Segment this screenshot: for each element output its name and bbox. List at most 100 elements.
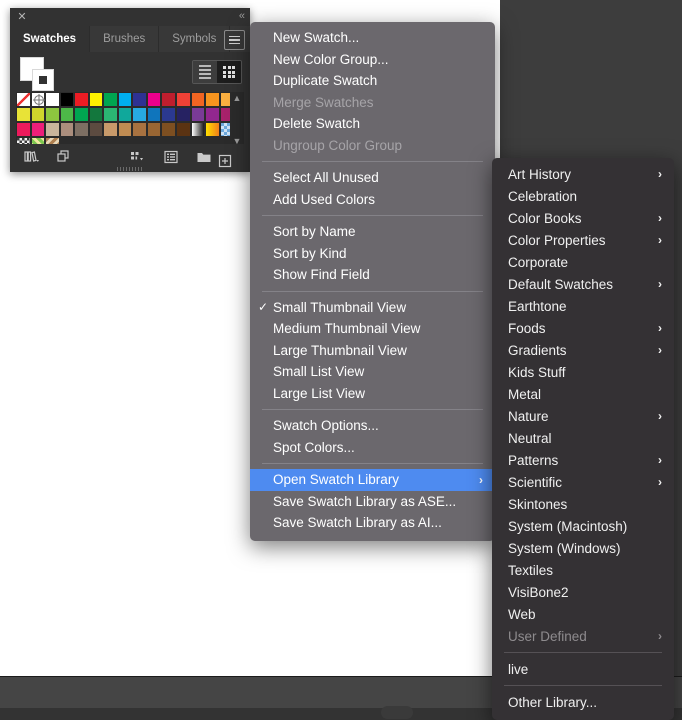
collapse-panel-icon[interactable]: « — [239, 10, 245, 22]
swatch-scrollbar[interactable]: ▲ ▼ — [230, 92, 244, 144]
swatches-panel-context-menu[interactable]: New Swatch... New Color Group... Duplicate… — [250, 22, 495, 541]
menu-item[interactable]: Save Swatch Library as AI... — [250, 512, 495, 534]
swatch-cell[interactable] — [161, 107, 177, 122]
swatch-cell[interactable] — [74, 92, 89, 107]
list-view-icon[interactable] — [193, 61, 217, 83]
open-swatch-library-submenu[interactable]: Art History › Celebration Color Books › Color… — [492, 158, 674, 720]
swatch-cell[interactable] — [161, 92, 177, 107]
swatch-cell[interactable] — [30, 92, 46, 107]
swatch-cell[interactable] — [103, 122, 118, 137]
swatch-cell[interactable] — [132, 92, 147, 107]
menu-item[interactable]: Open Swatch Library › — [250, 469, 495, 491]
submenu-item[interactable]: VisiBone2 — [492, 581, 674, 603]
swatch-cell[interactable] — [103, 92, 118, 107]
submenu-item[interactable]: Scientific › — [492, 471, 674, 493]
swatch-cell[interactable] — [190, 122, 206, 137]
swatch-cell[interactable] — [176, 92, 191, 107]
swatch-cell[interactable] — [16, 107, 31, 122]
bottom-handle[interactable] — [381, 706, 413, 719]
swatch-cell[interactable] — [176, 122, 191, 137]
menu-item[interactable]: Medium Thumbnail View — [250, 318, 495, 340]
swatch-cell[interactable] — [146, 92, 162, 107]
swatch-grid[interactable] — [16, 92, 244, 144]
submenu-item[interactable]: Textiles — [492, 559, 674, 581]
swatch-cell[interactable] — [190, 107, 206, 122]
menu-item[interactable]: Save Swatch Library as ASE... — [250, 491, 495, 513]
swatch-cell[interactable] — [103, 107, 118, 122]
close-icon[interactable]: ✕ — [16, 11, 28, 23]
swatch-cell[interactable] — [16, 92, 31, 107]
stroke-color-swatch[interactable] — [32, 69, 54, 91]
menu-item[interactable]: Add Used Colors — [250, 189, 495, 211]
submenu-item[interactable]: Neutral — [492, 427, 674, 449]
scroll-down-icon[interactable]: ▼ — [233, 137, 242, 145]
menu-item[interactable]: New Swatch... — [250, 27, 495, 49]
new-swatch-folder-icon[interactable] — [195, 148, 213, 166]
swatch-cell[interactable] — [45, 122, 60, 137]
swatch-cell[interactable] — [88, 92, 104, 107]
swatch-cell[interactable] — [132, 107, 147, 122]
swatch-cell[interactable] — [132, 122, 147, 137]
submenu-item[interactable]: System (Windows) — [492, 537, 674, 559]
swatch-cell[interactable] — [205, 122, 220, 137]
new-color-group-icon[interactable] — [162, 148, 180, 166]
menu-item[interactable]: Sort by Name — [250, 221, 495, 243]
submenu-item[interactable]: System (Macintosh) — [492, 515, 674, 537]
submenu-item[interactable]: live — [492, 658, 674, 680]
menu-item[interactable]: Swatch Options... — [250, 415, 495, 437]
swatch-cell[interactable] — [45, 92, 60, 107]
menu-item[interactable]: New Color Group... — [250, 49, 495, 71]
swatch-cell[interactable] — [16, 122, 31, 137]
menu-item[interactable]: Show Find Field — [250, 264, 495, 286]
new-swatch-icon[interactable] — [216, 152, 234, 170]
swatch-cell[interactable] — [16, 137, 31, 144]
swatch-cell[interactable] — [30, 122, 46, 137]
submenu-item[interactable]: Art History › — [492, 163, 674, 185]
panel-menu-icon[interactable] — [224, 30, 245, 50]
menu-item[interactable]: Select All Unused — [250, 167, 495, 189]
submenu-item[interactable]: Earthtone — [492, 295, 674, 317]
swatch-cell[interactable] — [117, 92, 133, 107]
submenu-item[interactable]: Skintones — [492, 493, 674, 515]
grid-view-icon[interactable] — [217, 61, 241, 83]
swatch-cell[interactable] — [190, 92, 206, 107]
submenu-item[interactable]: Color Properties › — [492, 229, 674, 251]
swatch-cell[interactable] — [59, 107, 75, 122]
swatch-cell[interactable] — [146, 122, 162, 137]
tab-brushes[interactable]: Brushes — [90, 26, 160, 52]
swatch-cell[interactable] — [74, 122, 89, 137]
tab-symbols[interactable]: Symbols — [159, 26, 231, 52]
swatch-cell[interactable] — [45, 107, 60, 122]
menu-item[interactable]: Spot Colors... — [250, 437, 495, 459]
submenu-item[interactable]: Color Books › — [492, 207, 674, 229]
swatch-cell[interactable] — [205, 92, 220, 107]
swatch-options-icon[interactable] — [128, 148, 146, 166]
submenu-item[interactable]: Web — [492, 603, 674, 625]
menu-item[interactable]: Small List View — [250, 361, 495, 383]
menu-item[interactable]: Large Thumbnail View — [250, 340, 495, 362]
submenu-item[interactable]: Patterns › — [492, 449, 674, 471]
menu-item[interactable]: Large List View — [250, 383, 495, 405]
swatch-cell[interactable] — [59, 92, 75, 107]
swatch-cell[interactable] — [117, 107, 133, 122]
submenu-item[interactable]: Other Library... — [492, 691, 674, 713]
swatch-libraries-menu-icon[interactable] — [22, 148, 40, 166]
menu-item[interactable]: Delete Swatch — [250, 113, 495, 135]
submenu-item[interactable]: Gradients › — [492, 339, 674, 361]
panel-resize-grip[interactable] — [117, 167, 143, 171]
submenu-item[interactable]: Nature › — [492, 405, 674, 427]
submenu-item[interactable]: Celebration — [492, 185, 674, 207]
swatch-cell[interactable] — [88, 122, 104, 137]
tab-swatches[interactable]: Swatches — [10, 26, 91, 52]
submenu-item[interactable]: Kids Stuff — [492, 361, 674, 383]
swatch-cell[interactable] — [30, 107, 46, 122]
swatch-cell[interactable] — [146, 107, 162, 122]
swatch-cell[interactable] — [74, 107, 89, 122]
submenu-item[interactable]: Corporate — [492, 251, 674, 273]
menu-item[interactable]: Duplicate Swatch — [250, 70, 495, 92]
show-swatch-kinds-menu-icon[interactable] — [55, 148, 73, 166]
scroll-up-icon[interactable]: ▲ — [233, 94, 242, 103]
swatch-cell[interactable] — [205, 107, 220, 122]
swatch-cell[interactable] — [161, 122, 177, 137]
submenu-item[interactable]: Metal — [492, 383, 674, 405]
